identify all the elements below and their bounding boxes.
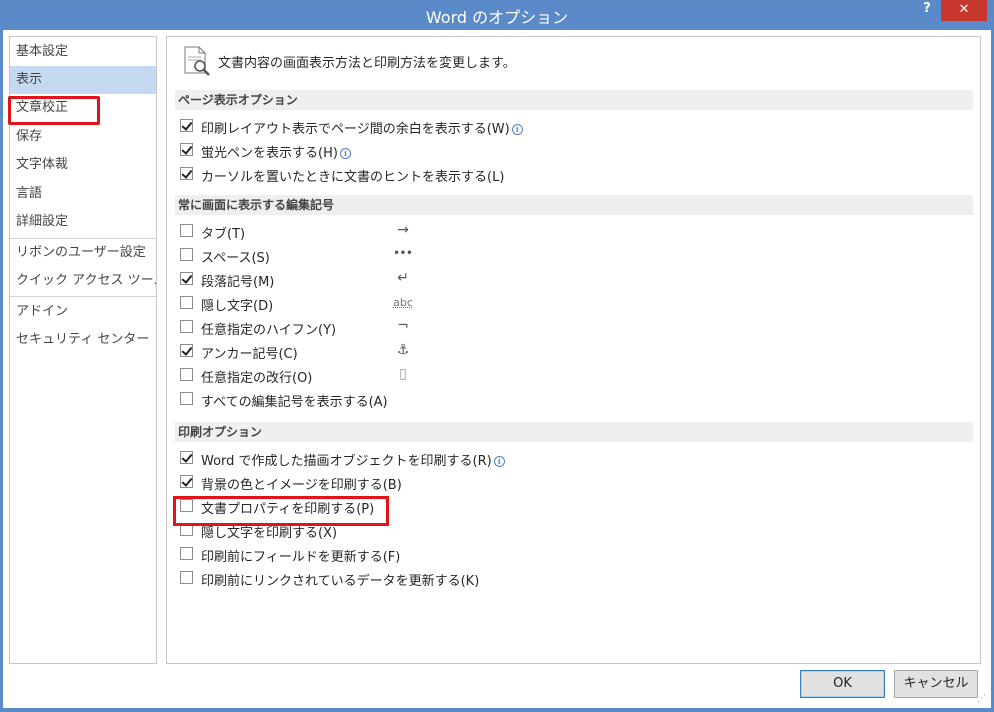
checkbox[interactable] xyxy=(180,119,193,132)
ok-button[interactable]: OK xyxy=(800,670,885,698)
category-nav: 基本設定 表示 文章校正 保存 文字体裁 言語 詳細設定 リボンのユーザー設定 … xyxy=(9,36,157,664)
checkbox[interactable] xyxy=(180,344,193,357)
option-label: カーソルを置いたときに文書のヒントを表示する(L) xyxy=(201,170,505,185)
checkbox[interactable] xyxy=(180,272,193,285)
tab-arrow-icon: → xyxy=(397,222,409,238)
section-page-display: ページ表示オプション xyxy=(175,90,973,110)
help-button[interactable]: ? xyxy=(918,2,936,20)
hyphen-mark-icon: ¬ xyxy=(397,318,409,334)
option-label: Word で作成した描画オブジェクトを印刷する(R) xyxy=(201,454,492,469)
window-title: Word のオプション xyxy=(425,8,569,27)
optional-break-icon: ▯ xyxy=(399,366,407,382)
option-label: アンカー記号(C) xyxy=(201,347,298,362)
checkbox[interactable] xyxy=(180,320,193,333)
option-label: すべての編集記号を表示する(A) xyxy=(201,395,388,410)
section-print: 印刷オプション xyxy=(175,422,973,442)
checkbox[interactable] xyxy=(180,224,193,237)
nav-item-advanced[interactable]: 詳細設定 xyxy=(10,208,156,236)
anchor-icon: ⚓ xyxy=(396,342,410,358)
resize-grip-icon[interactable]: ⋰ xyxy=(977,694,989,706)
options-panel: 文書内容の画面表示方法と印刷方法を変更します。 ページ表示オプション 印刷レイア… xyxy=(166,36,981,664)
space-dots-icon: ••• xyxy=(393,248,413,259)
option-label: 印刷前にリンクされているデータを更新する(K) xyxy=(201,574,480,589)
option-label: 印刷前にフィールドを更新する(F) xyxy=(201,550,401,565)
option-label: スペース(S) xyxy=(201,251,270,266)
nav-item-general[interactable]: 基本設定 xyxy=(10,38,156,66)
nav-item-save[interactable]: 保存 xyxy=(10,123,156,151)
checkbox[interactable] xyxy=(180,368,193,381)
dialog-body: 基本設定 表示 文章校正 保存 文字体裁 言語 詳細設定 リボンのユーザー設定 … xyxy=(3,30,991,708)
nav-item-quick-access-toolbar[interactable]: クイック アクセス ツール バー xyxy=(10,267,156,295)
nav-item-display[interactable]: 表示 xyxy=(10,66,156,94)
hidden-text-icon: abc xyxy=(393,296,413,309)
option-label: タブ(T) xyxy=(201,227,246,242)
close-button[interactable]: ✕ xyxy=(941,0,987,21)
checkbox[interactable] xyxy=(180,392,193,405)
cancel-button[interactable]: キャンセル xyxy=(894,670,978,698)
document-magnifier-icon xyxy=(184,46,210,76)
checkbox[interactable] xyxy=(180,475,193,488)
checkbox[interactable] xyxy=(180,296,193,309)
title-bar[interactable]: Word のオプション ? ✕ xyxy=(0,0,994,30)
info-icon[interactable]: i xyxy=(511,124,523,135)
checkbox[interactable] xyxy=(180,248,193,261)
nav-item-language[interactable]: 言語 xyxy=(10,180,156,208)
checkbox[interactable] xyxy=(180,571,193,584)
checkbox[interactable] xyxy=(180,451,193,464)
nav-item-typography[interactable]: 文字体裁 xyxy=(10,151,156,179)
checkbox[interactable] xyxy=(180,547,193,560)
option-label: 印刷レイアウト表示でページ間の余白を表示する(W) xyxy=(201,122,510,137)
option-label: 段落記号(M) xyxy=(201,275,275,290)
nav-item-customize-ribbon[interactable]: リボンのユーザー設定 xyxy=(10,239,156,267)
option-label: 蛍光ペンを表示する(H) xyxy=(201,146,338,161)
highlight-box xyxy=(8,96,100,125)
option-label: 任意指定の改行(O) xyxy=(201,371,313,386)
option-label: 背景の色とイメージを印刷する(B) xyxy=(201,478,402,493)
section-format-marks: 常に画面に表示する編集記号 xyxy=(175,195,973,215)
nav-item-addins[interactable]: アドイン xyxy=(10,298,156,326)
checkbox[interactable] xyxy=(180,167,193,180)
highlight-box xyxy=(173,496,389,526)
panel-description: 文書内容の画面表示方法と印刷方法を変更します。 xyxy=(218,56,516,71)
info-icon[interactable]: i xyxy=(493,456,505,467)
nav-divider xyxy=(10,296,156,297)
paragraph-return-icon: ↵ xyxy=(397,270,409,286)
info-icon[interactable]: i xyxy=(339,148,351,159)
checkbox[interactable] xyxy=(180,143,193,156)
option-label: 隠し文字(D) xyxy=(201,299,274,314)
option-label: 任意指定のハイフン(Y) xyxy=(201,323,337,338)
nav-item-trust-center[interactable]: セキュリティ センター xyxy=(10,326,156,354)
